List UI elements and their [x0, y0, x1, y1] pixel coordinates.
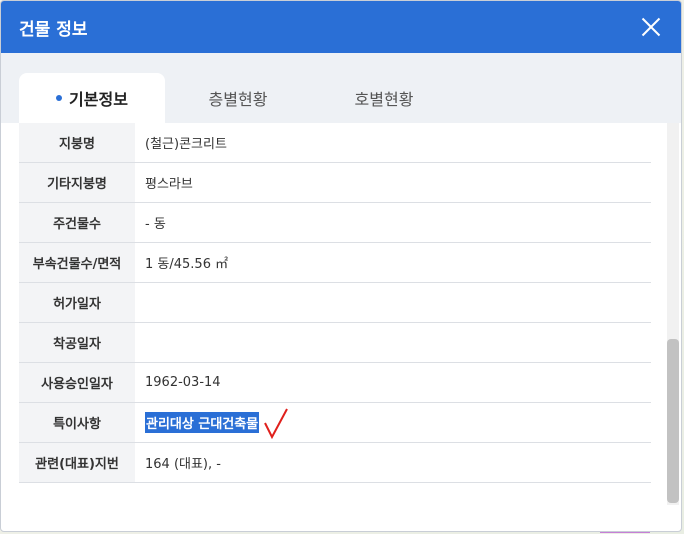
red-checkmark-icon [264, 408, 289, 439]
vertical-scrollbar[interactable] [667, 123, 679, 505]
row-label: 주건물수 [19, 203, 135, 242]
row-value: 1 동/45.56 ㎡ [135, 243, 651, 282]
scrollbar-thumb[interactable] [667, 339, 679, 503]
table-row: 관련(대표)지번 164 (대표), - [19, 443, 651, 483]
row-label: 허가일자 [19, 283, 135, 322]
row-value: 1962-03-14 [135, 363, 651, 402]
row-label: 부속건물수/면적 [19, 243, 135, 282]
active-tab-dot-icon [56, 95, 63, 101]
row-value [135, 323, 651, 362]
row-value: 164 (대표), - [135, 443, 651, 482]
row-value: - 동 [135, 203, 651, 242]
table-row: 주건물수 - 동 [19, 203, 651, 243]
close-icon[interactable] [639, 15, 663, 39]
row-label: 착공일자 [19, 323, 135, 362]
row-value: 평스라브 [135, 163, 651, 202]
row-label: 특이사항 [19, 403, 135, 442]
row-value-special: 관리대상 근대건축물 [135, 403, 651, 442]
row-label: 사용승인일자 [19, 363, 135, 402]
row-value [135, 283, 651, 322]
building-info-dialog: 건물 정보 기본정보 층별현황 호별현황 지붕명 (철근)콘크리트 기타지붕명 … [0, 0, 682, 532]
selected-text-highlight[interactable]: 관리대상 근대건축물 [145, 412, 260, 433]
table-row: 허가일자 [19, 283, 651, 323]
table-row: 사용승인일자 1962-03-14 [19, 363, 651, 403]
table-row: 착공일자 [19, 323, 651, 363]
row-label: 관련(대표)지번 [19, 443, 135, 482]
info-table: 지붕명 (철근)콘크리트 기타지붕명 평스라브 주건물수 - 동 부속건물수/면… [19, 123, 651, 483]
tab-unit-status[interactable]: 호별현황 [311, 73, 457, 123]
tab-label: 기본정보 [69, 90, 128, 109]
tab-label: 층별현황 [208, 90, 268, 109]
tab-floor-status[interactable]: 층별현황 [165, 73, 311, 123]
row-label: 지붕명 [19, 123, 135, 162]
table-row: 지붕명 (철근)콘크리트 [19, 123, 651, 163]
table-row: 특이사항 관리대상 근대건축물 [19, 403, 651, 443]
dialog-title: 건물 정보 [19, 19, 88, 40]
row-label: 기타지붕명 [19, 163, 135, 202]
row-value: (철근)콘크리트 [135, 123, 651, 162]
tab-basic-info[interactable]: 기본정보 [19, 73, 165, 123]
table-row: 기타지붕명 평스라브 [19, 163, 651, 203]
table-row: 부속건물수/면적 1 동/45.56 ㎡ [19, 243, 651, 283]
dialog-header: 건물 정보 [1, 1, 681, 65]
tab-label: 호별현황 [354, 90, 414, 109]
tab-bar: 기본정보 층별현황 호별현황 [1, 53, 681, 123]
